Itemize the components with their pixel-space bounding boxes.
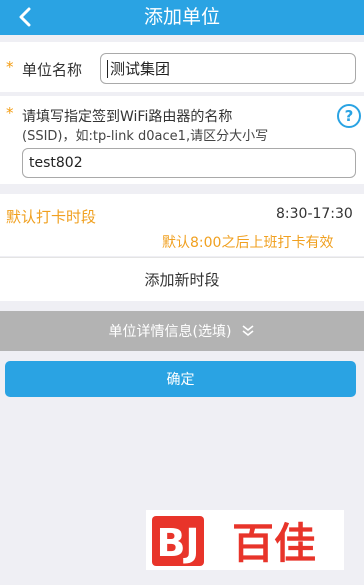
svg-text:百佳: 百佳	[232, 519, 316, 568]
unit-name-input[interactable]: 测试集团	[100, 53, 356, 84]
default-period-label: 默认打卡时段	[6, 208, 97, 226]
required-mark: *	[6, 104, 14, 122]
watermark-logo: BJ 百佳	[146, 510, 344, 570]
details-toggle[interactable]: 单位详情信息(选填)	[0, 311, 364, 351]
unit-name-label: 单位名称	[22, 61, 83, 79]
unit-name-section: * 单位名称 测试集团	[0, 42, 364, 92]
double-chevron-down-icon	[242, 325, 254, 337]
unit-name-value: 测试集团	[110, 60, 171, 78]
wifi-ssid-input[interactable]: test802	[22, 148, 356, 178]
wifi-ssid-value: test802	[29, 155, 83, 171]
wifi-section: * 请填写指定签到WiFi路由器的名称 (SSID)，如:tp-link d0a…	[0, 96, 364, 184]
default-period-note: 默认8:00之后上班打卡有效	[162, 235, 334, 251]
page-title: 添加单位	[143, 6, 220, 28]
default-period-section: 默认打卡时段 8:30-17:30 默认8:00之后上班打卡有效	[0, 194, 364, 256]
svg-text:BJ: BJ	[156, 521, 199, 565]
wifi-label-line2: (SSID)，如:tp-link d0ace1,请区分大小写	[22, 129, 269, 144]
add-period-button[interactable]: 添加新时段	[0, 257, 364, 301]
app-header: 添加单位	[0, 0, 364, 35]
text-caret	[107, 59, 108, 78]
help-icon[interactable]: ?	[337, 104, 361, 128]
required-mark: *	[6, 58, 14, 76]
details-label: 单位详情信息(选填)	[108, 324, 232, 340]
add-period-label: 添加新时段	[144, 271, 220, 289]
confirm-button[interactable]: 确定	[5, 361, 356, 397]
confirm-label: 确定	[166, 372, 195, 388]
wifi-label-line1: 请填写指定签到WiFi路由器的名称	[22, 109, 233, 125]
default-period-time: 8:30-17:30	[276, 206, 353, 222]
